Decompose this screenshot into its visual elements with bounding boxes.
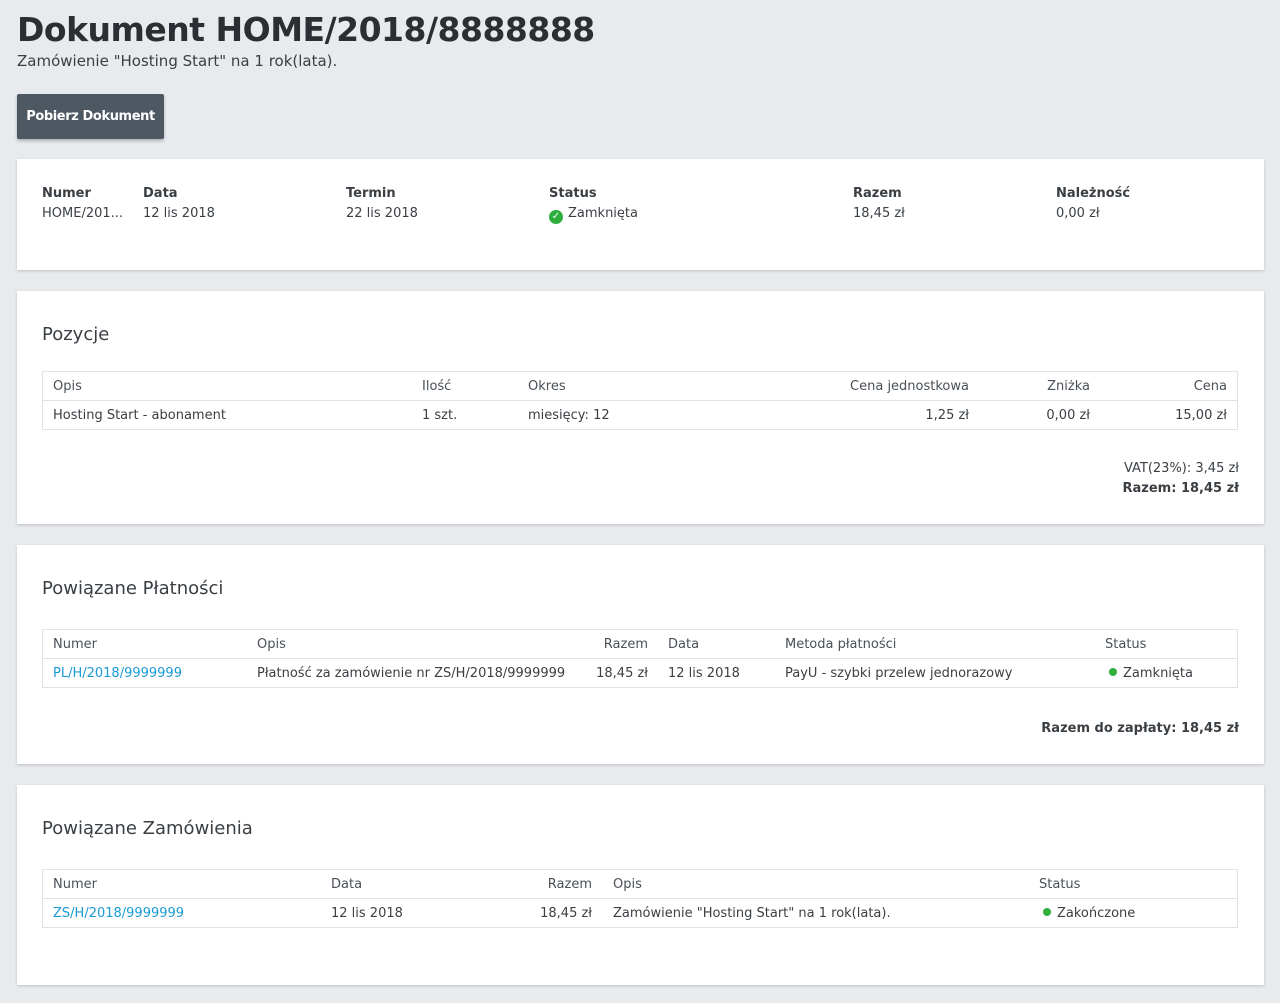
summary-termin-label: Termin xyxy=(346,186,396,201)
payments-title: Powiązane Płatności xyxy=(42,578,224,599)
orders-table: Numer Data Razem Opis Status ZS/H/2018/9… xyxy=(42,869,1238,928)
summary-numer-value: HOME/201... xyxy=(42,206,124,221)
positions-table: Opis Ilość Okres Cena jednostkowa Zniżka… xyxy=(42,371,1238,430)
summary-numer-label: Numer xyxy=(42,186,91,201)
payments-card: Powiązane Płatności Numer Opis Razem Dat… xyxy=(17,545,1264,764)
status-text: Zakończone xyxy=(1057,906,1136,921)
col-razem: Razem xyxy=(603,637,648,652)
status-dot-icon xyxy=(1043,908,1051,916)
col-metoda: Metoda płatności xyxy=(785,637,897,652)
cell-opis: Zamówienie "Hosting Start" na 1 rok(lata… xyxy=(613,906,891,921)
table-header: Numer Opis Razem Data Metoda płatności S… xyxy=(43,630,1237,659)
payments-total: Razem do zapłaty: 18,45 zł xyxy=(1041,721,1239,736)
col-okres: Okres xyxy=(528,379,566,394)
page-title: Dokument HOME/2018/8888888 xyxy=(17,10,595,49)
col-numer: Numer xyxy=(53,637,97,652)
summary-data-value: 12 lis 2018 xyxy=(143,206,215,221)
positions-title: Pozycje xyxy=(42,324,110,345)
cell-razem: 18,45 zł xyxy=(596,666,648,681)
summary-status: ✓ Zamknięta xyxy=(549,206,638,224)
cell-cena-jednostkowa: 1,25 zł xyxy=(925,408,969,423)
cell-data: 12 lis 2018 xyxy=(331,906,403,921)
col-opis: Opis xyxy=(53,379,82,394)
table-row: ZS/H/2018/9999999 12 lis 2018 18,45 zł Z… xyxy=(43,899,1237,928)
summary-naleznosc-value: 0,00 zł xyxy=(1056,206,1100,221)
status-dot-icon xyxy=(1109,668,1117,676)
positions-total: Razem: 18,45 zł xyxy=(1122,481,1239,496)
cell-metoda: PayU - szybki przelew jednorazowy xyxy=(785,666,1013,681)
cell-znizka: 0,00 zł xyxy=(1046,408,1090,423)
download-document-button[interactable]: Pobierz Dokument xyxy=(17,94,164,139)
cell-data: 12 lis 2018 xyxy=(668,666,740,681)
col-data: Data xyxy=(668,637,700,652)
col-ilosc: Ilość xyxy=(422,379,452,394)
col-znizka: Zniżka xyxy=(1047,379,1090,394)
page-subtitle: Zamówienie "Hosting Start" na 1 rok(lata… xyxy=(17,52,338,70)
cell-okres: miesięcy: 12 xyxy=(528,408,610,423)
orders-card: Powiązane Zamówienia Numer Data Razem Op… xyxy=(17,785,1264,985)
cell-cena: 15,00 zł xyxy=(1175,408,1227,423)
summary-status-label: Status xyxy=(549,186,597,201)
summary-data-label: Data xyxy=(143,186,178,201)
summary-razem-value: 18,45 zł xyxy=(853,206,905,221)
col-opis: Opis xyxy=(613,877,642,892)
payments-table: Numer Opis Razem Data Metoda płatności S… xyxy=(42,629,1238,688)
positions-card: Pozycje Opis Ilość Okres Cena jednostkow… xyxy=(17,291,1264,524)
summary-razem-label: Razem xyxy=(853,186,902,201)
orders-title: Powiązane Zamówienia xyxy=(42,818,253,839)
cell-status: Zamknięta xyxy=(1109,666,1193,681)
table-header: Opis Ilość Okres Cena jednostkowa Zniżka… xyxy=(43,372,1237,401)
cell-opis: Hosting Start - abonament xyxy=(53,408,226,423)
payment-number-link[interactable]: PL/H/2018/9999999 xyxy=(53,666,182,681)
cell-razem: 18,45 zł xyxy=(540,906,592,921)
table-header: Numer Data Razem Opis Status xyxy=(43,870,1237,899)
table-row: Hosting Start - abonament 1 szt. miesięc… xyxy=(43,401,1237,430)
col-razem: Razem xyxy=(547,877,592,892)
col-opis: Opis xyxy=(257,637,286,652)
vat-total: VAT(23%): 3,45 zł xyxy=(1123,461,1239,476)
summary-termin-value: 22 lis 2018 xyxy=(346,206,418,221)
cell-status: Zakończone xyxy=(1043,906,1135,921)
col-cena: Cena xyxy=(1193,379,1227,394)
summary-naleznosc-label: Należność xyxy=(1056,186,1131,201)
cell-opis: Płatność za zamówienie nr ZS/H/2018/9999… xyxy=(257,666,566,681)
col-numer: Numer xyxy=(53,877,97,892)
check-circle-icon: ✓ xyxy=(549,210,563,224)
table-row: PL/H/2018/9999999 Płatność za zamówienie… xyxy=(43,659,1237,688)
col-cena-jednostkowa: Cena jednostkowa xyxy=(850,379,969,394)
status-text: Zamknięta xyxy=(1123,666,1193,681)
cell-ilosc: 1 szt. xyxy=(422,408,458,423)
summary-status-value: Zamknięta xyxy=(568,206,638,221)
document-summary-card: Numer HOME/201... Data 12 lis 2018 Termi… xyxy=(17,159,1264,270)
col-status: Status xyxy=(1105,637,1147,652)
col-status: Status xyxy=(1039,877,1081,892)
col-data: Data xyxy=(331,877,363,892)
order-number-link[interactable]: ZS/H/2018/9999999 xyxy=(53,906,184,921)
